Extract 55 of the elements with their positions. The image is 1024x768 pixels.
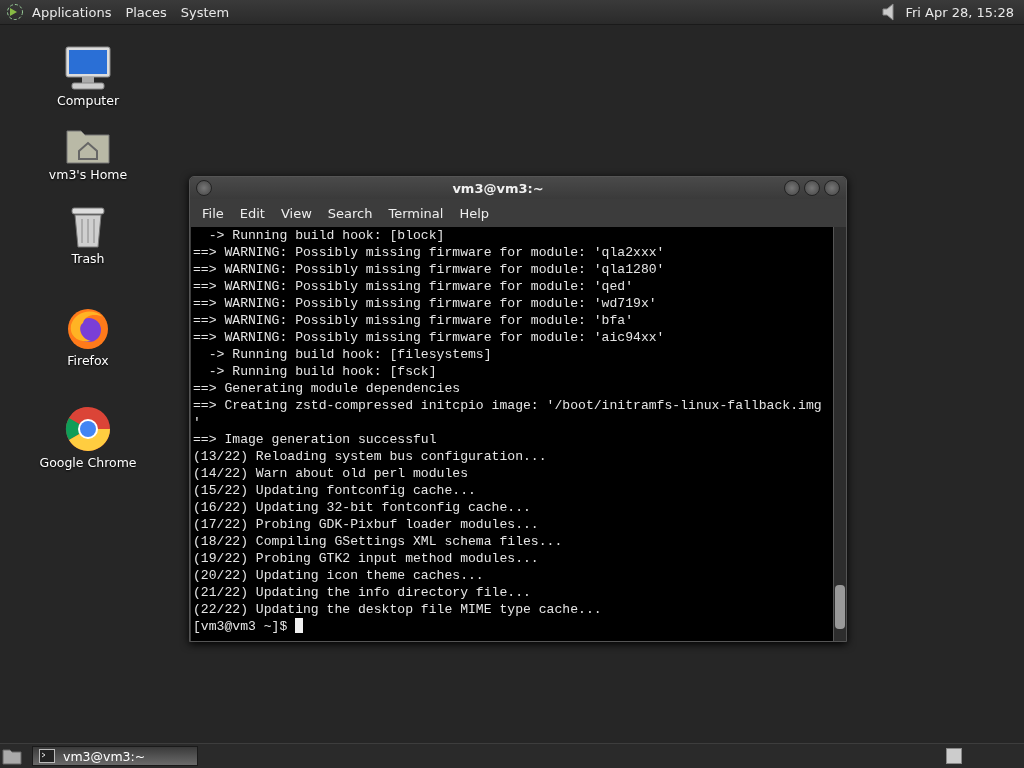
close-button[interactable] (824, 180, 840, 196)
terminal-line: (14/22) Warn about old perl modules (193, 465, 469, 482)
terminal-line: -> Running build hook: [filesystems] (207, 346, 493, 363)
computer-monitor-icon (64, 45, 112, 91)
panel-menu[interactable]: System (174, 4, 236, 20)
terminal-line: -> Running build hook: [block] (207, 227, 446, 244)
clock[interactable]: Fri Apr 28, 15:28 (901, 4, 1018, 20)
terminal-line: ==> Generating module dependencies (193, 380, 462, 397)
maximize-button[interactable] (804, 180, 820, 196)
terminal-line: -> Running build hook: [fsck] (207, 363, 438, 380)
menu-item[interactable]: File (194, 205, 232, 221)
terminal-line: (17/22) Probing GDK-Pixbuf loader modules... (193, 516, 540, 533)
text-cursor (295, 618, 304, 633)
terminal-line: (20/22) Updating icon theme caches... (193, 567, 485, 584)
scrollbar-thumb[interactable] (835, 585, 845, 629)
panel-menu[interactable]: Places (119, 4, 173, 20)
workspace-switcher[interactable] (946, 748, 962, 764)
desktop-icon-label[interactable]: Trash (71, 251, 105, 266)
tricolor-circle-icon (64, 405, 112, 453)
desktop-icon-label[interactable]: vm3's Home (48, 167, 128, 182)
menu-item[interactable]: View (272, 205, 320, 221)
desktop-icon-label[interactable]: Computer (56, 93, 120, 108)
terminal-line: (16/22) Updating 32-bit fontconfig cache... (193, 499, 532, 516)
terminal-line: (13/22) Reloading system bus configuration... (193, 448, 548, 465)
show-desktop-icon[interactable] (2, 747, 22, 765)
menu-item[interactable]: Terminal (380, 205, 452, 221)
terminal-line: ==> WARNING: Possibly missing firmware for module: 'qed' (193, 278, 635, 295)
panel-menu[interactable]: Applications (26, 4, 118, 20)
scrollbar[interactable] (833, 227, 846, 641)
trash-icon (69, 205, 107, 249)
desktop-icon-label[interactable]: Firefox (67, 353, 109, 368)
shell-prompt: [vm3@vm3 ~]$ (193, 619, 288, 634)
terminal-line: (18/22) Compiling GSettings XML schema files... (193, 533, 564, 550)
terminal-line: ==> WARNING: Possibly missing firmware for module: 'aic94xx' (193, 329, 666, 346)
terminal-line: (19/22) Probing GTK2 input method modules... (193, 550, 540, 567)
terminal-line: ==> WARNING: Possibly missing firmware for module: 'qla1280' (193, 261, 666, 278)
minimize-button[interactable] (784, 180, 800, 196)
menu-item[interactable]: Help (451, 205, 498, 221)
desktop-icon-label[interactable]: Google Chrome (39, 455, 137, 470)
terminal-line: (21/22) Updating the info directory file... (193, 584, 532, 601)
terminal-line: ==> WARNING: Possibly missing firmware for module: 'qla2xxx' (193, 244, 666, 261)
menu-item[interactable]: Edit (231, 205, 273, 221)
terminal-icon (39, 749, 55, 763)
terminal-line: ==> Creating zstd-compressed initcpio image: '/boot/initramfs-linux-fallback.img (193, 397, 823, 414)
terminal-line: ==> Image generation successful (193, 431, 438, 448)
menu-item[interactable]: Search (319, 205, 381, 221)
terminal-line: ' (193, 414, 202, 431)
terminal-line: ==> WARNING: Possibly missing firmware for module: 'bfa' (193, 312, 635, 329)
distro-logo-icon[interactable] (6, 3, 24, 21)
terminal-line: (22/22) Updating the desktop file MIME type cache... (193, 601, 603, 618)
window-title: vm3@vm3:~ (451, 180, 545, 196)
terminal-line: ==> WARNING: Possibly missing firmware for module: 'wd719x' (193, 295, 658, 312)
window-menu-button[interactable] (196, 180, 212, 196)
terminal-line: (15/22) Updating fontconfig cache... (193, 482, 477, 499)
taskbar-task[interactable]: vm3@vm3:~ (32, 746, 198, 766)
